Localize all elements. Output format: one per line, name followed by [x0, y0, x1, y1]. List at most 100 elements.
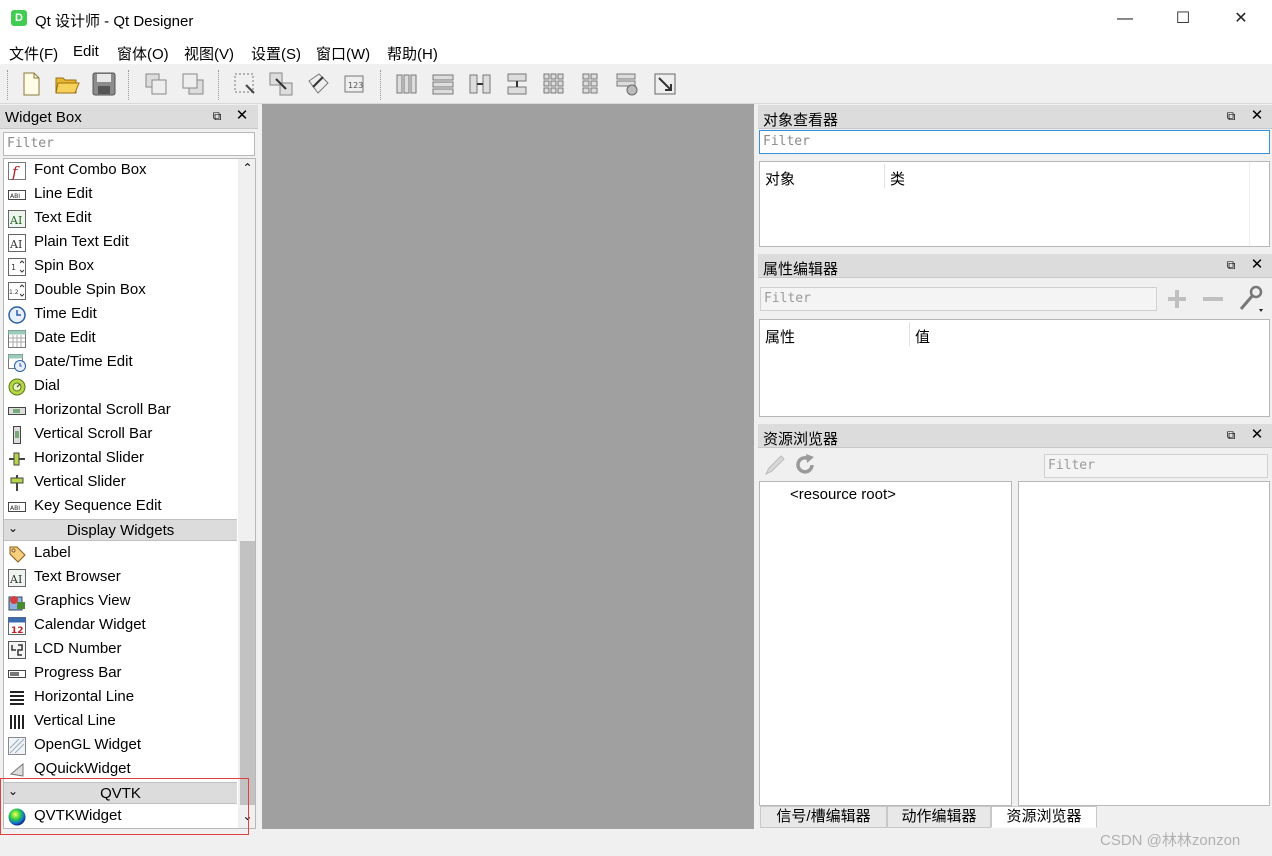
- list-item[interactable]: AI Text Edit: [4, 207, 237, 231]
- object-inspector-title: 对象查看器: [763, 112, 839, 129]
- add-property-icon[interactable]: [1164, 287, 1190, 313]
- object-tree[interactable]: 对象 类: [759, 161, 1270, 247]
- form-editor-area[interactable]: [262, 104, 754, 829]
- adjust-size-icon[interactable]: [652, 71, 678, 97]
- minimize-button[interactable]: —: [1096, 0, 1154, 38]
- tab-action-editor[interactable]: 动作编辑器: [887, 806, 991, 828]
- list-item[interactable]: ABI Line Edit: [4, 183, 237, 207]
- category-qvtk[interactable]: ⌄ QVTK: [4, 782, 237, 804]
- list-item[interactable]: Label: [4, 542, 237, 566]
- double-spin-box-icon: 1.2: [8, 282, 26, 300]
- resource-tree[interactable]: <resource root>: [759, 481, 1012, 806]
- tab-signal-slot-editor[interactable]: 信号/槽编辑器: [760, 806, 887, 828]
- menu-help[interactable]: 帮助(H): [387, 43, 438, 64]
- layout-horizontal-icon[interactable]: [394, 71, 420, 97]
- close-button[interactable]: ✕: [1212, 0, 1270, 38]
- list-item[interactable]: Horizontal Scroll Bar: [4, 399, 237, 423]
- scrollbar-thumb[interactable]: [240, 541, 255, 805]
- layout-vertical-icon[interactable]: [430, 71, 456, 97]
- layout-v-splitter-icon[interactable]: [504, 71, 530, 97]
- float-icon[interactable]: ⧉: [1224, 258, 1238, 272]
- list-item[interactable]: f Font Combo Box: [4, 159, 237, 183]
- new-file-icon[interactable]: [18, 71, 44, 97]
- layout-grid-icon[interactable]: [541, 71, 567, 97]
- float-icon[interactable]: ⧉: [1224, 428, 1238, 442]
- float-icon[interactable]: ⧉: [1224, 109, 1238, 123]
- list-item[interactable]: Graphics View: [4, 590, 237, 614]
- remove-property-icon[interactable]: [1200, 287, 1226, 313]
- widget-box-scrollbar[interactable]: ⌃ ⌄: [238, 159, 255, 828]
- list-item[interactable]: Vertical Line: [4, 710, 237, 734]
- menu-settings[interactable]: 设置(S): [251, 43, 301, 64]
- widget-box-filter-input[interactable]: Filter: [3, 132, 255, 156]
- edit-pencil-icon[interactable]: [763, 453, 787, 477]
- list-item[interactable]: 12 Calendar Widget: [4, 614, 237, 638]
- list-item[interactable]: QVTKWidget: [4, 805, 237, 828]
- edit-buddies-icon[interactable]: [305, 71, 331, 97]
- menu-file[interactable]: 文件(F): [9, 43, 58, 64]
- menu-edit[interactable]: Edit: [73, 43, 99, 60]
- calendar-grid-icon: [8, 330, 26, 348]
- bring-to-front-icon[interactable]: [180, 71, 206, 97]
- edit-tab-order-icon[interactable]: 123: [342, 71, 368, 97]
- open-folder-icon[interactable]: [54, 71, 80, 97]
- send-to-back-icon[interactable]: [143, 71, 169, 97]
- toolbar-separator: [380, 70, 381, 100]
- column-divider: [909, 322, 910, 346]
- opengl-icon: [8, 737, 26, 755]
- watermark-text: CSDN @林林zonzon: [1100, 832, 1241, 849]
- close-icon[interactable]: ✕: [1250, 108, 1264, 124]
- edit-signals-slots-icon[interactable]: [268, 71, 294, 97]
- resource-file-list[interactable]: [1018, 481, 1270, 806]
- tab-resource-browser[interactable]: 资源浏览器: [991, 806, 1097, 828]
- menu-window[interactable]: 窗口(W): [316, 43, 370, 64]
- list-item[interactable]: OpenGL Widget: [4, 734, 237, 758]
- list-item-label: Line Edit: [34, 185, 93, 202]
- object-tree-scrollbar[interactable]: [1249, 162, 1269, 246]
- progress-bar-icon: [8, 670, 26, 678]
- list-item[interactable]: 1 Spin Box: [4, 255, 237, 279]
- list-item-label: Vertical Line: [34, 712, 116, 729]
- edit-widgets-icon[interactable]: [232, 71, 258, 97]
- scroll-down-arrow-icon[interactable]: ⌄: [240, 809, 255, 825]
- list-item[interactable]: Dial: [4, 375, 237, 399]
- close-icon[interactable]: ✕: [235, 108, 249, 124]
- list-item[interactable]: 1.2 Double Spin Box: [4, 279, 237, 303]
- property-table[interactable]: 属性 值: [759, 319, 1270, 417]
- category-display-widgets[interactable]: ⌄ Display Widgets: [4, 519, 237, 541]
- list-item[interactable]: LCD Number: [4, 638, 237, 662]
- list-item[interactable]: Horizontal Slider: [4, 447, 237, 471]
- list-item[interactable]: QQuickWidget: [4, 758, 237, 782]
- list-item[interactable]: AI Text Browser: [4, 566, 237, 590]
- list-item-label: OpenGL Widget: [34, 736, 141, 753]
- list-item[interactable]: Horizontal Line: [4, 686, 237, 710]
- list-item-label: Dial: [34, 377, 60, 394]
- resource-browser-title: 资源浏览器: [763, 431, 839, 448]
- menu-form[interactable]: 窗体(O): [117, 43, 169, 64]
- list-item[interactable]: Date/Time Edit: [4, 351, 237, 375]
- configure-wrench-icon[interactable]: [1237, 285, 1265, 315]
- list-item[interactable]: Time Edit: [4, 303, 237, 327]
- reload-icon[interactable]: [793, 453, 817, 477]
- close-icon[interactable]: ✕: [1250, 257, 1264, 273]
- list-item[interactable]: Date Edit: [4, 327, 237, 351]
- save-icon[interactable]: [91, 71, 117, 97]
- list-item-label: Text Browser: [34, 568, 121, 585]
- close-icon[interactable]: ✕: [1250, 427, 1264, 443]
- maximize-button[interactable]: ☐: [1154, 0, 1212, 38]
- list-item[interactable]: Vertical Slider: [4, 471, 237, 495]
- list-item[interactable]: AI Plain Text Edit: [4, 231, 237, 255]
- scroll-up-arrow-icon[interactable]: ⌃: [240, 161, 255, 177]
- property-filter-input[interactable]: Filter: [760, 287, 1157, 311]
- float-icon[interactable]: ⧉: [210, 109, 224, 123]
- object-inspector-filter-input[interactable]: Filter: [759, 130, 1270, 154]
- list-item[interactable]: Vertical Scroll Bar: [4, 423, 237, 447]
- resource-root-item[interactable]: <resource root>: [790, 486, 896, 503]
- menu-view[interactable]: 视图(V): [184, 43, 234, 64]
- list-item[interactable]: ABI Key Sequence Edit: [4, 495, 237, 519]
- resource-filter-input[interactable]: Filter: [1044, 454, 1268, 478]
- layout-h-splitter-icon[interactable]: [467, 71, 493, 97]
- layout-form-icon[interactable]: [578, 71, 604, 97]
- list-item[interactable]: Progress Bar: [4, 662, 237, 686]
- break-layout-icon[interactable]: [614, 71, 640, 97]
